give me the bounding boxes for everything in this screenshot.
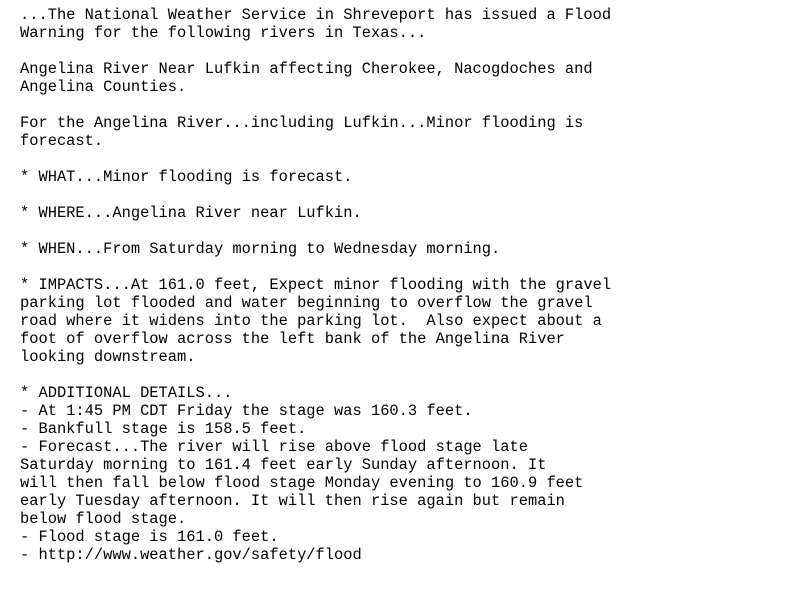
safety-link-line: - http://www.weather.gov/safety/flood <box>20 546 362 564</box>
impacts-line: foot of overflow across the left bank of… <box>20 330 565 348</box>
additional-details-line: will then fall below flood stage Monday … <box>20 474 584 492</box>
river-location-line: Angelina River Near Lufkin affecting Che… <box>20 60 593 78</box>
river-location-line: Angelina Counties. <box>20 78 187 96</box>
additional-details-line: - Bankfull stage is 158.5 feet. <box>20 420 307 438</box>
additional-details-line: below flood stage. <box>20 510 187 528</box>
headline-line: ...The National Weather Service in Shrev… <box>20 6 612 24</box>
impacts-line: parking lot flooded and water beginning … <box>20 294 593 312</box>
additional-details-line: - Forecast...The river will rise above f… <box>20 438 528 456</box>
headline-line: Warning for the following rivers in Texa… <box>20 24 427 42</box>
impacts-line: looking downstream. <box>20 348 196 366</box>
when-line: * WHEN...From Saturday morning to Wednes… <box>20 240 501 258</box>
what-line: * WHAT...Minor flooding is forecast. <box>20 168 353 186</box>
additional-details-line: Saturday morning to 161.4 feet early Sun… <box>20 456 547 474</box>
impacts-line: road where it widens into the parking lo… <box>20 312 602 330</box>
additional-details-line: - At 1:45 PM CDT Friday the stage was 16… <box>20 402 473 420</box>
additional-details-line: - Flood stage is 161.0 feet. <box>20 528 279 546</box>
where-line: * WHERE...Angelina River near Lufkin. <box>20 204 362 222</box>
additional-details-line: early Tuesday afternoon. It will then ri… <box>20 492 565 510</box>
impacts-line: * IMPACTS...At 161.0 feet, Expect minor … <box>20 276 612 294</box>
flood-warning-bulletin: ...The National Weather Service in Shrev… <box>20 6 611 564</box>
forecast-summary-line: For the Angelina River...including Lufki… <box>20 114 584 132</box>
forecast-summary-line: forecast. <box>20 132 104 150</box>
additional-details-heading: * ADDITIONAL DETAILS... <box>20 384 233 402</box>
